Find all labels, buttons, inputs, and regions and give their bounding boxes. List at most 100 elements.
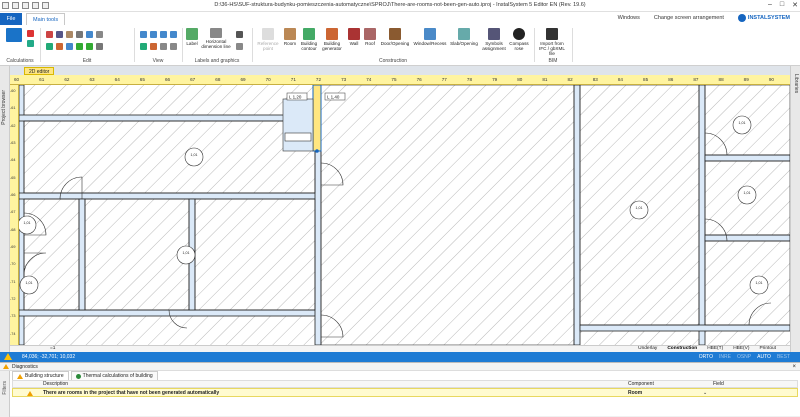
col-component: Component — [628, 381, 654, 387]
tab-main-tools[interactable]: Main tools — [26, 13, 66, 25]
brand-logo: INSTALSYSTEM — [737, 14, 790, 22]
zoom-window-icon[interactable] — [160, 31, 167, 38]
room-icon — [284, 28, 296, 40]
diagnostics-header: Diagnostics × — [0, 363, 800, 371]
group-icon[interactable] — [76, 43, 83, 50]
paste-icon[interactable] — [66, 31, 73, 38]
ruler-top-tick: 75 — [391, 77, 397, 82]
ruler-top-tick: 84 — [617, 77, 623, 82]
ruler-top-tick: 71 — [290, 77, 296, 82]
calc-option2-icon[interactable] — [27, 40, 34, 47]
ruler-top-tick: 60 — [14, 77, 20, 82]
layers-icon[interactable] — [96, 43, 103, 50]
zoom-level[interactable]: =1 — [50, 346, 55, 351]
slab-icon — [458, 28, 470, 40]
pan-icon[interactable] — [140, 43, 147, 50]
shape-icon[interactable] — [236, 43, 243, 50]
filters-panel[interactable]: Filters — [0, 371, 10, 417]
cut-icon[interactable] — [46, 31, 53, 38]
zoom-all-icon[interactable] — [170, 31, 177, 38]
view-3d-icon[interactable] — [160, 43, 167, 50]
calc-option-icon[interactable] — [27, 30, 34, 37]
import-ifc-button[interactable]: Import from IFC / gbXML file — [536, 28, 568, 56]
status-flag-orto[interactable]: ORTO — [699, 354, 713, 360]
status-flag-best[interactable]: BEST — [777, 354, 790, 360]
ruler-top-tick: 80 — [517, 77, 523, 82]
windows-menu[interactable]: Windows — [618, 15, 640, 21]
ungroup-icon[interactable] — [86, 43, 93, 50]
libraries-panel[interactable]: Libraries — [790, 66, 800, 352]
status-flag-inre[interactable]: INRE — [719, 354, 731, 360]
view-mode-hbev[interactable]: HBE(V) — [733, 346, 749, 351]
project-browser-panel[interactable]: Project browser — [0, 66, 10, 352]
ruler-top: 60 61 62 63 64 65 66 67 68 69 70 71 72 73 74 75 76 77 78 79… — [10, 75, 790, 85]
select-icon[interactable] — [46, 43, 53, 50]
room-button[interactable]: Room — [282, 28, 298, 46]
table-row[interactable]: There are rooms in the project that have… — [12, 388, 798, 397]
wall-button[interactable]: Wall — [346, 28, 362, 46]
ruler-left-tick: -63 — [10, 141, 16, 145]
ruler-left-tick: -70 — [10, 262, 16, 267]
door-opening-button[interactable]: Door/Opening — [378, 28, 412, 46]
mirror-icon[interactable] — [66, 43, 73, 50]
reference-point-button[interactable]: Reference point — [256, 28, 280, 51]
label-icon — [186, 28, 198, 40]
ruler-top-tick: 90 — [768, 77, 774, 82]
tab-2d-editor[interactable]: 2D editor — [24, 67, 55, 75]
diagnostics-panel: Diagnostics × Filters Building structure… — [0, 362, 800, 417]
minimize-icon[interactable]: – — [768, 1, 772, 9]
refresh-icon[interactable] — [150, 43, 157, 50]
close-panel-icon[interactable]: × — [792, 363, 796, 371]
tab-file[interactable]: File — [0, 13, 22, 25]
horizontal-dimension-button[interactable]: Horizontal dimension line — [200, 28, 232, 49]
building-generator-button[interactable]: Building generator — [320, 28, 344, 51]
warning-icon[interactable] — [4, 353, 12, 360]
floor-plan[interactable]: L 1,20 L 1,40 1,01 1,01 1,01 1,01 1,01 1… — [19, 85, 790, 345]
view-mode-printout[interactable]: Printout — [759, 346, 776, 351]
move-icon[interactable] — [96, 31, 103, 38]
ruler-top-tick: 74 — [366, 77, 372, 82]
arrangement-menu[interactable]: Change screen arrangement — [654, 15, 724, 21]
warning-icon — [17, 373, 23, 379]
tab-building-structure[interactable]: Building structure — [12, 371, 69, 380]
window-recess-button[interactable]: Window/Recess — [413, 28, 447, 46]
drawing-canvas[interactable]: L 1,20 L 1,40 1,01 1,01 1,01 1,01 1,01 1… — [19, 85, 790, 345]
delete-icon[interactable] — [76, 31, 83, 38]
project-browser-label: Project browser — [1, 90, 7, 125]
ruler-top-tick: 79 — [492, 77, 498, 82]
symbols-assignment-button[interactable]: Symbols assignment — [481, 28, 507, 51]
text-icon[interactable] — [236, 31, 243, 38]
ruler-left-tick: -72 — [10, 297, 16, 301]
zoom-in-icon[interactable] — [140, 31, 147, 38]
label-button[interactable]: Label — [184, 28, 200, 46]
ribbon: Calculations Edit View Label Horizontal … — [0, 25, 800, 66]
view-mode-construction[interactable]: Construction — [667, 346, 697, 351]
zoom-out-icon[interactable] — [150, 31, 157, 38]
roof-button[interactable]: Roof — [362, 28, 378, 46]
maximize-icon[interactable]: □ — [780, 1, 784, 9]
view-mode-underlay[interactable]: Underlay — [638, 346, 657, 351]
ruler-left-tick: -74 — [10, 331, 16, 336]
ruler-left-tick: -64 — [10, 158, 16, 163]
properties-icon[interactable] — [86, 31, 93, 38]
rotate-icon[interactable] — [56, 43, 63, 50]
ruler-top-tick: 68 — [215, 77, 221, 82]
diagnostics-tabs: Building structure Thermal calculations … — [12, 371, 158, 380]
ruler-left-tick: -73 — [10, 314, 16, 319]
slab-opening-button[interactable]: Slab/Opening — [448, 28, 480, 46]
status-flag-osnp[interactable]: OSNP — [737, 354, 751, 360]
room-tag-2: 1,01 — [24, 221, 31, 225]
status-flag-auto[interactable]: AUTO — [757, 354, 771, 360]
copy-icon[interactable] — [56, 31, 63, 38]
building-contour-button[interactable]: Building contour — [298, 28, 320, 51]
ruler-top-tick: 85 — [643, 77, 649, 82]
grid-icon[interactable] — [170, 43, 177, 50]
ruler-top-tick: 73 — [341, 77, 347, 82]
calculations-button[interactable] — [3, 28, 25, 43]
ruler-top-tick: 87 — [693, 77, 699, 82]
compass-rose-button[interactable]: Compass rose — [508, 28, 530, 51]
row-expand-icon[interactable]: ⌄ — [703, 389, 707, 397]
close-icon[interactable]: ✕ — [792, 1, 798, 9]
tab-thermal-calculations[interactable]: Thermal calculations of building — [70, 371, 158, 380]
view-mode-hbet[interactable]: HBE(T) — [707, 346, 723, 351]
